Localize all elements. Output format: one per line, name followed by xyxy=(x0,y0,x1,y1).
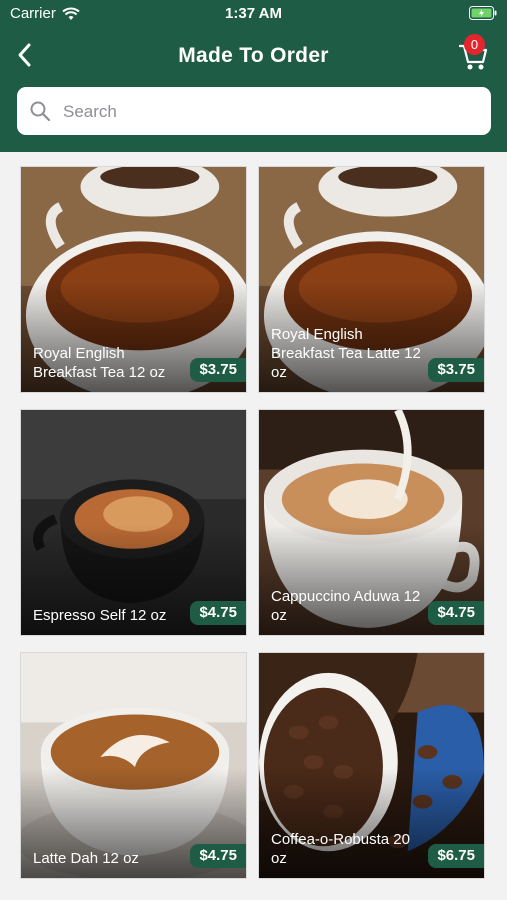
navigation-bar: Made To Order 0 xyxy=(0,34,507,76)
product-card-espresso-self[interactable]: Espresso Self 12 oz $4.75 xyxy=(20,409,247,636)
battery-icon xyxy=(469,6,497,20)
product-name: Espresso Self 12 oz xyxy=(33,607,167,624)
product-card-latte-dah[interactable]: Latte Dah 12 oz $4.75 xyxy=(20,652,247,879)
product-price: $3.75 xyxy=(190,358,246,382)
product-name: Royal English Breakfast Tea 12 oz xyxy=(33,345,166,381)
product-price: $3.75 xyxy=(428,358,484,382)
search-icon xyxy=(30,101,51,122)
status-bar: Carrier 1:37 AM xyxy=(0,0,507,28)
product-price: $4.75 xyxy=(190,844,246,868)
product-name: Cappuccino Aduwa 12 oz xyxy=(271,588,421,624)
page-title: Made To Order xyxy=(178,44,329,67)
search-input[interactable] xyxy=(61,87,475,137)
search-bar[interactable] xyxy=(17,87,491,137)
product-card-royal-english-breakfast-tea-latte[interactable]: Royal English Breakfast Tea Latte 12 oz … xyxy=(258,166,485,393)
product-price: $4.75 xyxy=(428,601,484,625)
product-price: $6.75 xyxy=(428,844,484,868)
product-price: $4.75 xyxy=(190,601,246,625)
product-card-coffea-o-robusta[interactable]: Coffea-o-Robusta 20 oz $6.75 xyxy=(258,652,485,879)
product-card-cappuccino-aduwa[interactable]: Cappuccino Aduwa 12 oz $4.75 xyxy=(258,409,485,636)
product-card-royal-english-breakfast-tea[interactable]: Royal English Breakfast Tea 12 oz $3.75 xyxy=(20,166,247,393)
app-header: Carrier 1:37 AM Made To Order 0 xyxy=(0,0,507,152)
cart-button[interactable]: 0 xyxy=(457,34,491,72)
cart-count-badge: 0 xyxy=(464,34,485,55)
product-name: Coffea-o-Robusta 20 oz xyxy=(271,831,410,867)
clock: 1:37 AM xyxy=(225,5,282,22)
product-name: Latte Dah 12 oz xyxy=(33,850,139,867)
product-name: Royal English Breakfast Tea Latte 12 oz xyxy=(271,326,421,381)
